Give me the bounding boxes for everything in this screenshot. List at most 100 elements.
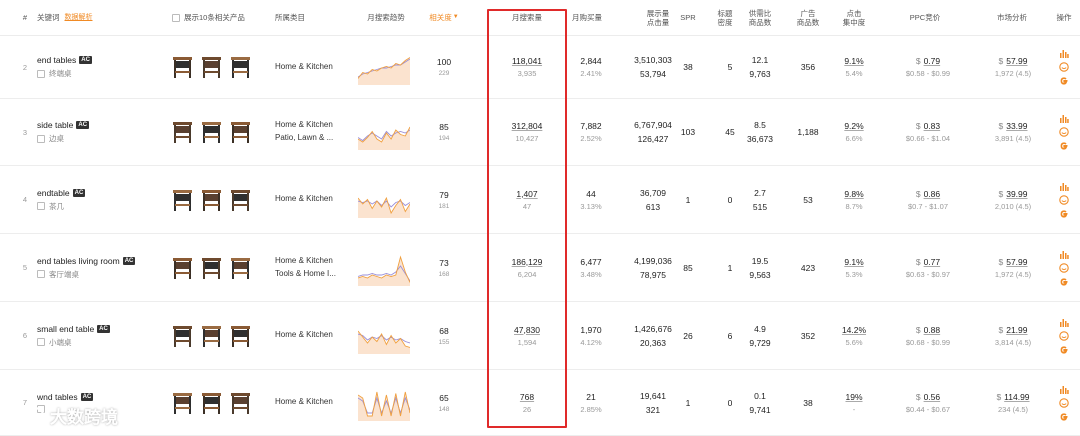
- trend-cell[interactable]: [358, 234, 414, 301]
- bar-chart-icon[interactable]: [1059, 113, 1069, 123]
- end-table-product-icon[interactable]: [199, 390, 224, 416]
- ppc-line[interactable]: $0.56: [916, 392, 940, 402]
- end-table-product-icon[interactable]: [228, 390, 253, 416]
- trend-sparkline[interactable]: [358, 182, 410, 218]
- end-table-product-icon[interactable]: [170, 119, 195, 145]
- bar-chart-icon[interactable]: [1059, 317, 1069, 327]
- end-table-product-icon[interactable]: [199, 255, 224, 281]
- table-row: 6 small end table AC 小端桌 Home & Kitchen 68 155…: [0, 302, 1080, 370]
- keyword-text[interactable]: side table: [37, 120, 73, 130]
- keyword-text[interactable]: small end table: [37, 324, 94, 334]
- product-thumbs-cell: [170, 234, 260, 301]
- end-table-product-icon[interactable]: [170, 187, 195, 213]
- monthly-search-value[interactable]: 768: [520, 392, 534, 402]
- amazon-smile-icon[interactable]: [1059, 262, 1069, 273]
- price-line[interactable]: $57.99: [998, 257, 1027, 267]
- relevance-cell: 65 148: [424, 370, 464, 435]
- header-show-products[interactable]: 展示10条相关产品: [172, 0, 272, 36]
- trend-sparkline[interactable]: [358, 49, 410, 85]
- keyword-text[interactable]: end tables living room: [37, 256, 120, 266]
- row-checkbox[interactable]: [37, 134, 45, 143]
- clicks-value: 20,363: [640, 337, 666, 348]
- trend-cell[interactable]: [358, 370, 414, 435]
- ppc-line[interactable]: $0.86: [916, 189, 940, 199]
- bar-chart-icon[interactable]: [1059, 181, 1069, 191]
- ppc-cell: $0.83 $0.66 - $1.04: [895, 99, 961, 165]
- keyword-text[interactable]: wnd tables: [37, 392, 78, 402]
- trend-cell[interactable]: [358, 99, 414, 165]
- amazon-smile-icon[interactable]: [1059, 62, 1069, 72]
- click-concentration-value[interactable]: 9.8%: [844, 189, 863, 199]
- end-table-product-icon[interactable]: [170, 323, 195, 349]
- end-table-product-icon[interactable]: [170, 255, 195, 281]
- click-concentration-value[interactable]: 9.1%: [844, 257, 863, 267]
- ad-count-cell: 352: [790, 302, 826, 369]
- end-table-product-icon[interactable]: [228, 323, 253, 349]
- row-checkbox[interactable]: [37, 270, 45, 278]
- ppc-line[interactable]: $0.79: [916, 56, 940, 66]
- google-g-icon[interactable]: [1059, 76, 1069, 86]
- google-g-icon[interactable]: [1059, 277, 1069, 287]
- ppc-line[interactable]: $0.77: [916, 257, 940, 267]
- end-table-product-icon[interactable]: [228, 187, 253, 213]
- bar-chart-icon[interactable]: [1059, 48, 1069, 58]
- keyword-cell: side table AC 边桌: [37, 99, 165, 165]
- end-table-product-icon[interactable]: [170, 54, 195, 80]
- click-concentration-value[interactable]: 19%: [845, 392, 862, 402]
- end-table-product-icon[interactable]: [228, 119, 253, 145]
- price-line[interactable]: $114.99: [996, 392, 1029, 402]
- price-line[interactable]: $33.99: [998, 121, 1027, 131]
- data-analysis-link[interactable]: 数据解析: [65, 14, 93, 23]
- show-products-checkbox[interactable]: [172, 14, 180, 22]
- price-line[interactable]: $21.99: [998, 325, 1027, 335]
- click-concentration-value[interactable]: 9.2%: [844, 121, 863, 131]
- end-table-product-icon[interactable]: [199, 119, 224, 145]
- trend-sparkline[interactable]: [358, 250, 410, 286]
- trend-sparkline[interactable]: [358, 318, 410, 354]
- ppc-line[interactable]: $0.83: [916, 121, 940, 131]
- click-concentration-value[interactable]: 9.1%: [844, 56, 863, 66]
- click-concentration-value[interactable]: 14.2%: [842, 325, 866, 335]
- google-g-icon[interactable]: [1059, 209, 1069, 219]
- monthly-search-value[interactable]: 312,804: [512, 121, 543, 131]
- google-g-icon[interactable]: [1059, 345, 1069, 355]
- end-table-product-icon[interactable]: [199, 187, 224, 213]
- end-table-product-icon[interactable]: [228, 255, 253, 281]
- relevance-value: 73: [439, 257, 449, 268]
- end-table-product-icon[interactable]: [199, 54, 224, 80]
- end-table-product-icon[interactable]: [228, 54, 253, 80]
- ppc-line[interactable]: $0.88: [916, 325, 940, 335]
- trend-cell[interactable]: [358, 302, 414, 369]
- sort-desc-icon[interactable]: ▼: [453, 14, 459, 22]
- amazon-smile-icon[interactable]: [1059, 397, 1069, 408]
- trend-cell[interactable]: [358, 36, 414, 98]
- product-thumbs: [170, 54, 260, 80]
- row-checkbox[interactable]: [37, 69, 45, 78]
- amazon-smile-icon[interactable]: [1059, 194, 1069, 205]
- monthly-search-value[interactable]: 186,129: [512, 257, 543, 267]
- keyword-text[interactable]: endtable: [37, 188, 70, 198]
- monthly-search-value[interactable]: 118,041: [512, 56, 542, 66]
- end-table-product-icon[interactable]: [199, 323, 224, 349]
- monthly-purchase-value: 44: [586, 188, 596, 199]
- monthly-search-value[interactable]: 1,407: [516, 189, 537, 199]
- trend-sparkline[interactable]: [358, 385, 410, 421]
- row-checkbox[interactable]: [37, 202, 45, 210]
- bar-chart-icon[interactable]: [1059, 249, 1069, 259]
- amazon-smile-icon[interactable]: [1059, 330, 1069, 341]
- keyword-text[interactable]: end tables: [37, 55, 76, 65]
- google-g-icon[interactable]: [1059, 412, 1069, 422]
- ppc-currency: $: [915, 188, 921, 199]
- bar-chart-icon[interactable]: [1059, 384, 1069, 394]
- header-relevance[interactable]: 相关度 ▼: [424, 0, 464, 36]
- monthly-search-value[interactable]: 47,830: [514, 325, 540, 335]
- row-checkbox[interactable]: [37, 338, 45, 346]
- price-line[interactable]: $57.99: [998, 56, 1027, 66]
- amazon-smile-icon[interactable]: [1059, 127, 1069, 137]
- ac-badge: AC: [72, 188, 86, 197]
- end-table-product-icon[interactable]: [170, 390, 195, 416]
- google-g-icon[interactable]: [1059, 141, 1069, 151]
- price-line[interactable]: $39.99: [998, 189, 1027, 199]
- trend-cell[interactable]: [358, 166, 414, 233]
- trend-sparkline[interactable]: [358, 114, 410, 150]
